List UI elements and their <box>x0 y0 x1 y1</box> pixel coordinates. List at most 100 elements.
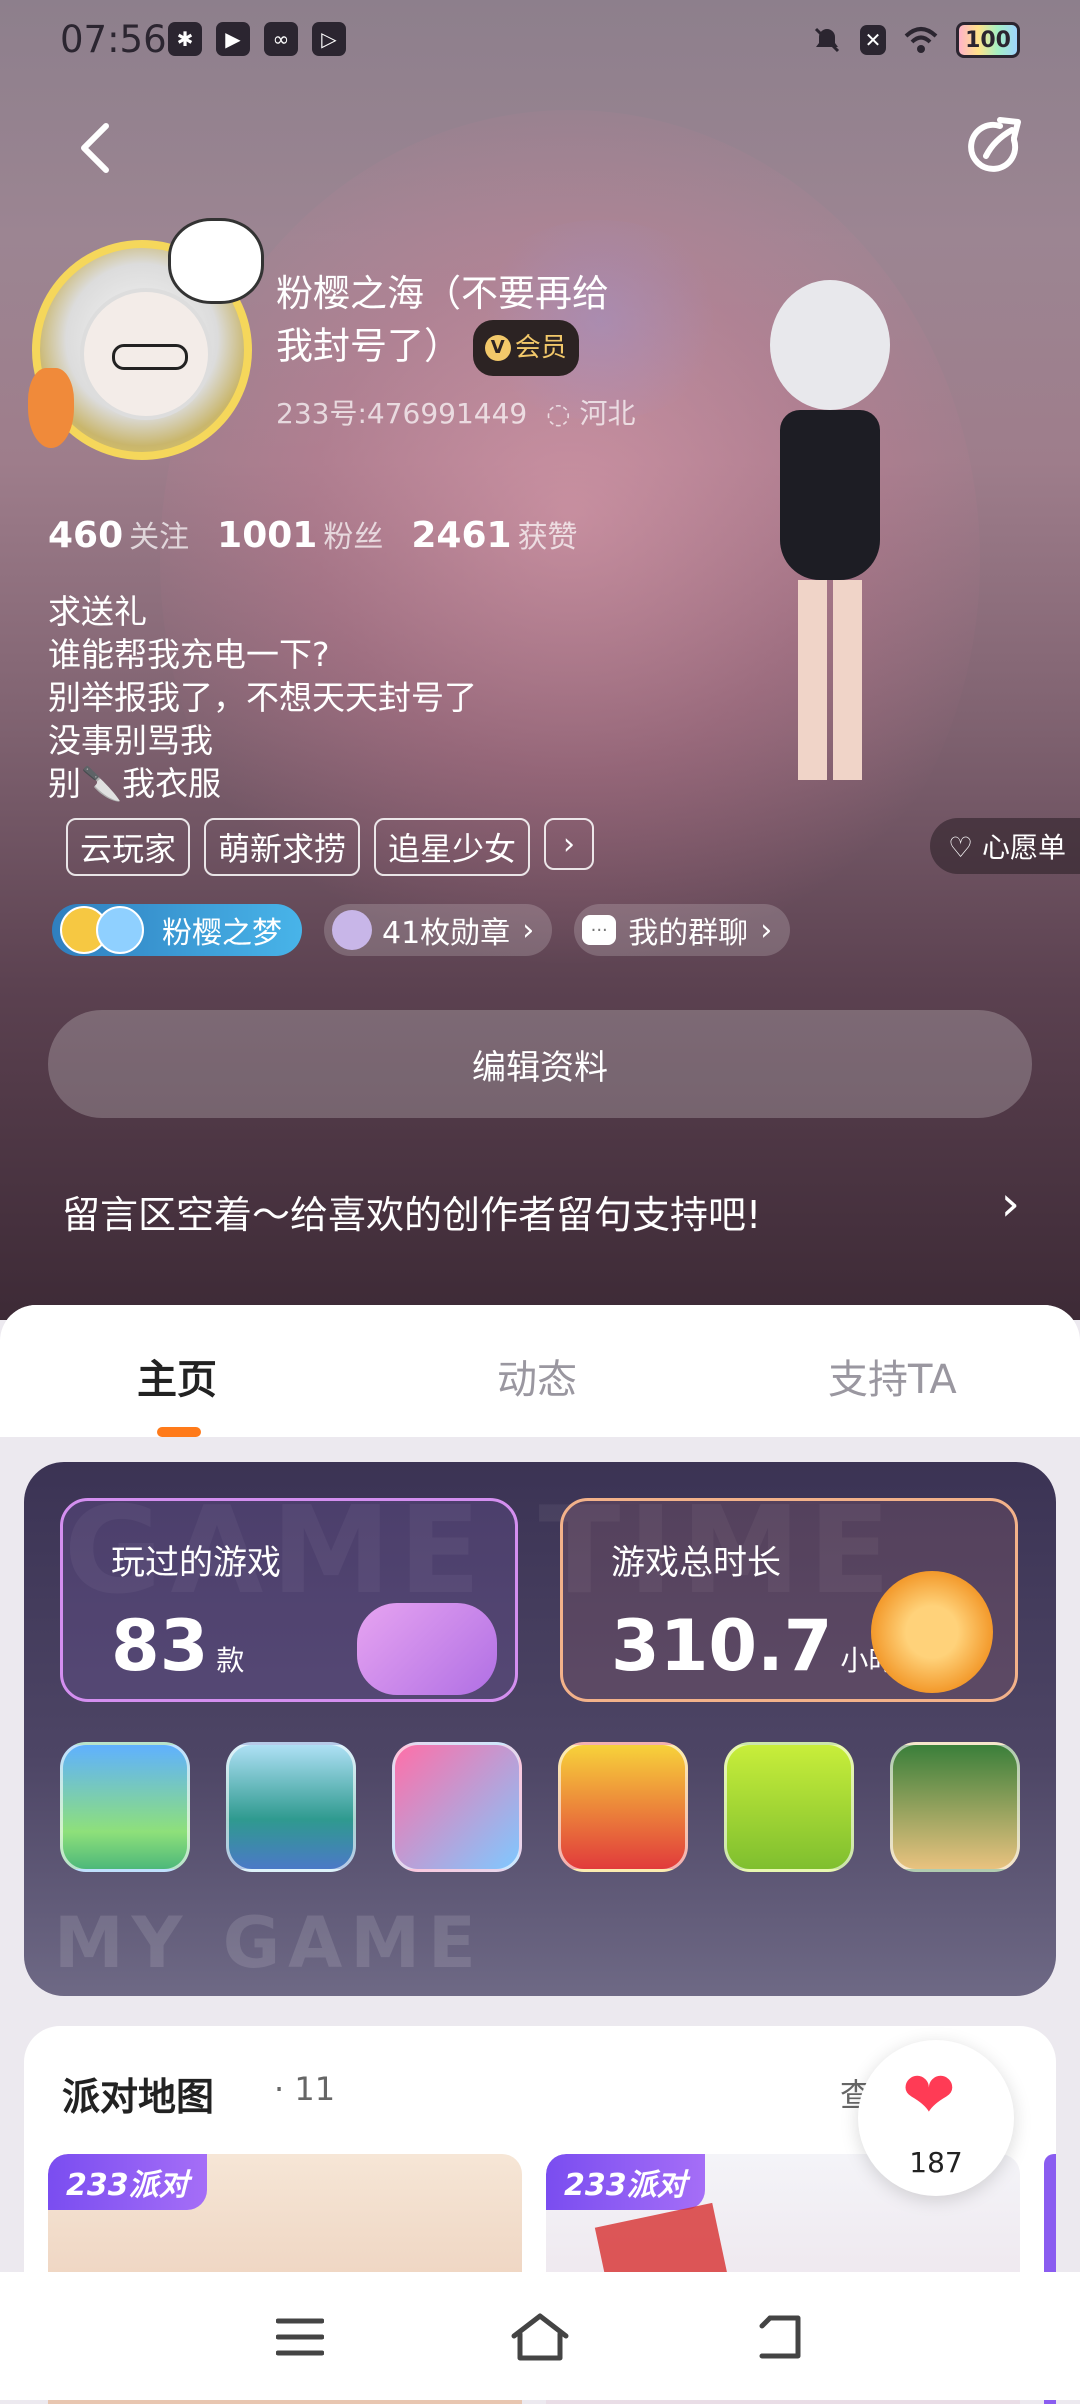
game-icon-school-girl[interactable] <box>226 1742 356 1872</box>
game-icon-tom-friends[interactable] <box>558 1742 688 1872</box>
paw-icon: ✱ <box>168 22 202 56</box>
party-count: · 11 <box>274 2070 336 2108</box>
location-text: 河北 <box>579 397 636 430</box>
play-time-title: 游戏总时长 <box>611 1543 781 1583</box>
back-icon <box>759 2315 801 2359</box>
stopwatch-icon <box>871 1571 993 1693</box>
game-icon-shawarma[interactable] <box>890 1742 1020 1872</box>
share-icon <box>968 117 1021 172</box>
link-icon: ∞ <box>264 22 298 56</box>
bio: 求送礼 谁能帮我充电一下? 别举报我了，不想天天封号了 没事别骂我 别🔪我衣服 <box>48 590 477 805</box>
menu-nav-button[interactable] <box>265 2302 335 2372</box>
share-button[interactable] <box>956 108 1036 188</box>
system-nav-bar <box>0 2272 1080 2400</box>
friend-name: 粉樱之梦 <box>162 916 282 951</box>
home-icon <box>511 2313 569 2361</box>
character-figure[interactable] <box>730 280 940 800</box>
profile-name: 粉樱之海（不要再给 我封号了） V 会员 <box>276 268 696 376</box>
notification-icons: ✱ ▶ ∞ ▷ <box>168 22 346 56</box>
played-games-title: 玩过的游戏 <box>111 1543 281 1583</box>
bio-line: 别🔪我衣服 <box>48 764 222 803</box>
heart-icon: ❤ <box>902 2059 956 2133</box>
tag[interactable]: 追星少女 <box>374 818 531 876</box>
like-button[interactable]: ❤ 187 <box>858 2040 1014 2196</box>
friend-pill[interactable]: 粉樱之梦 <box>52 904 302 956</box>
wishlist-button[interactable]: ♡ 心愿单 <box>929 818 1080 874</box>
bio-line: 求送礼 <box>48 592 147 631</box>
edit-profile-button[interactable]: 编辑资料 <box>48 1010 1032 1118</box>
group-chat-button[interactable]: ··· 我的群聊 › <box>574 904 791 956</box>
bg-text-bottom: MY GAME <box>54 1902 484 1984</box>
message-prompt[interactable]: 留言区空着～给喜欢的创作者留句支持吧! <box>62 1184 761 1239</box>
battery-icon: 100 <box>956 22 1020 58</box>
location-icon: ◌ <box>546 397 571 430</box>
character-legs <box>798 580 862 780</box>
gamepad-icon <box>357 1603 497 1695</box>
game-icon-list <box>60 1742 1020 1872</box>
character-head <box>770 280 890 410</box>
status-bar: 07:56 ✱ ▶ ∞ ▷ ✕ 100 <box>0 0 1080 84</box>
carrot-decoration-icon <box>28 368 74 448</box>
vip-badge[interactable]: V 会员 <box>472 320 579 376</box>
bio-line: 别举报我了，不想天天封号了 <box>48 678 477 717</box>
stats-row: 460 关注 1001 粉丝 2461 获赞 <box>48 512 578 556</box>
game-stats-card: GAME TIME MY GAME 玩过的游戏 83 款 游戏总时长 310.7 小… <box>24 1462 1056 1996</box>
bio-line: 没事别骂我 <box>48 721 213 760</box>
chevron-right-icon: › <box>522 912 535 948</box>
profile-name-line1: 粉樱之海（不要再给 <box>276 272 609 315</box>
stat-following[interactable]: 460 关注 <box>48 512 189 556</box>
stat-likes[interactable]: 2461 获赞 <box>411 512 577 556</box>
like-count: 187 <box>909 2146 963 2179</box>
tag-list: 云玩家 萌新求捞 追星少女 › <box>66 818 595 876</box>
game-icon-talking-tom[interactable] <box>724 1742 854 1872</box>
play-time-box[interactable]: 游戏总时长 310.7 小时 <box>560 1498 1018 1702</box>
game-icon-talking-angela[interactable] <box>392 1742 522 1872</box>
chevron-right-icon: › <box>563 826 576 862</box>
played-games-count: 83 <box>111 1605 209 1687</box>
tab-support[interactable]: 支持TA <box>828 1347 957 1405</box>
tab-home[interactable]: 主页 <box>137 1347 217 1405</box>
tag[interactable]: 萌新求捞 <box>204 818 361 876</box>
back-button[interactable] <box>56 108 136 188</box>
heart-outline-icon: ♡ <box>947 831 974 864</box>
chevron-left-icon <box>81 123 109 173</box>
sim-x-icon: ✕ <box>860 25 887 55</box>
video-icon: ▷ <box>312 22 346 56</box>
party-title: 派对地图 <box>62 2075 215 2119</box>
menu-icon <box>276 2318 324 2356</box>
play-icon: ▶ <box>216 22 250 56</box>
user-id: 233号:476991449 ◌ 河北 <box>276 392 635 432</box>
status-time: 07:56 <box>60 18 167 61</box>
edit-profile-label: 编辑资料 <box>472 1047 608 1088</box>
tab-feed[interactable]: 动态 <box>497 1347 577 1405</box>
tag[interactable]: 云玩家 <box>66 818 191 876</box>
star-emoji-icon <box>96 906 144 954</box>
played-games-unit: 款 <box>216 1644 245 1677</box>
chat-icon: ··· <box>582 915 617 945</box>
home-nav-button[interactable] <box>505 2302 575 2372</box>
party-badge: 233派对 <box>48 2154 207 2210</box>
stat-fans[interactable]: 1001 粉丝 <box>217 512 383 556</box>
tags-more-button[interactable]: › <box>544 818 595 870</box>
wishlist-label: 心愿单 <box>981 831 1066 864</box>
tab-bar: 主页 动态 支持TA <box>0 1305 1080 1437</box>
party-badge: 233派对 <box>546 2154 705 2210</box>
profile-name-line2: 我封号了） <box>276 324 461 368</box>
avatar-glasses <box>112 344 188 370</box>
medals-button[interactable]: 41枚勋章 › <box>324 904 553 956</box>
uid-text: 233号:476991449 <box>276 397 528 430</box>
chevron-right-icon: › <box>760 912 773 948</box>
chevron-right-icon[interactable]: › <box>1001 1176 1020 1232</box>
group-chat-label: 我的群聊 <box>628 916 749 951</box>
game-icon-town[interactable] <box>60 1742 190 1872</box>
vip-v-icon: V <box>484 335 511 361</box>
played-games-box[interactable]: 玩过的游戏 83 款 <box>60 1498 518 1702</box>
back-nav-button[interactable] <box>745 2302 815 2372</box>
cat-decoration-icon <box>168 218 264 304</box>
vip-label: 会员 <box>514 333 567 363</box>
system-icons: ✕ 100 <box>812 22 1020 58</box>
tab-indicator <box>157 1427 201 1437</box>
character-body <box>780 410 880 580</box>
battery-level: 100 <box>965 27 1011 53</box>
medal-icon <box>332 910 372 950</box>
